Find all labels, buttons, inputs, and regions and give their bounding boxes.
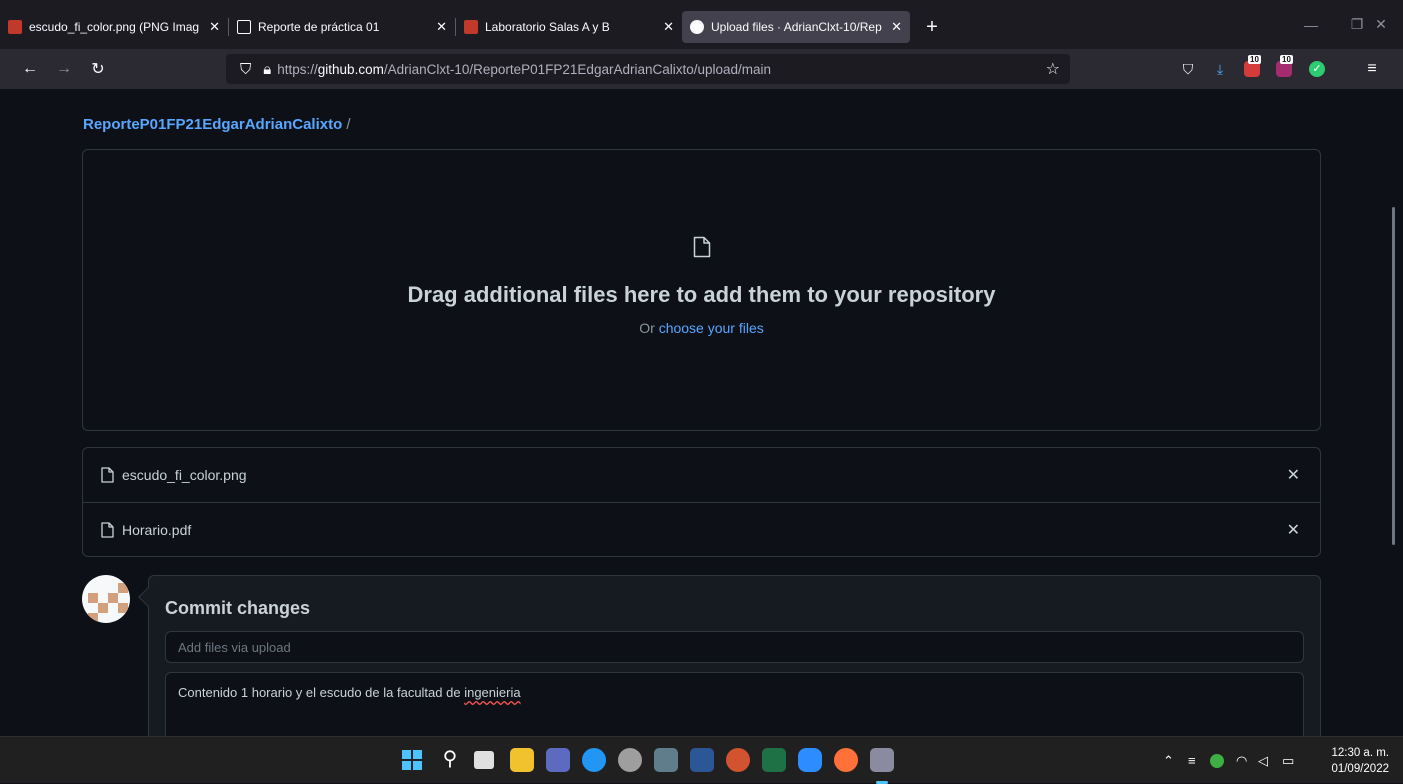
file-icon [101, 521, 114, 538]
commit-heading: Commit changes [165, 598, 311, 618]
close-tab-icon[interactable]: ✕ [891, 19, 902, 35]
avatar[interactable] [82, 575, 130, 623]
camera-icon[interactable] [654, 748, 678, 772]
commit-description-textarea[interactable]: Contenido 1 horario y el escudo de la fa… [165, 672, 1304, 736]
close-window-icon[interactable]: ✕ [1358, 0, 1403, 49]
remove-file-close-icon[interactable]: ✕ [1287, 520, 1300, 540]
close-tab-icon[interactable]: ✕ [436, 19, 447, 35]
close-tab-icon[interactable]: ✕ [663, 19, 674, 35]
tab-title: Reporte de práctica 01 [258, 20, 380, 34]
file-name: escudo_fi_color.png [122, 467, 247, 483]
back-arrow-icon[interactable]: ← [16, 55, 44, 83]
github-favicon-icon [690, 20, 704, 34]
commit-summary-input[interactable] [165, 631, 1304, 663]
lock-icon[interactable]: 🔒︎ [263, 61, 271, 78]
extension-badge-count: 10 [1280, 55, 1293, 64]
reload-icon[interactable]: ↻ [84, 55, 112, 83]
or-text: Or [639, 320, 655, 336]
minimize-icon[interactable]: — [1288, 0, 1334, 49]
file-name: Horario.pdf [122, 521, 192, 538]
file-dropzone[interactable]: Drag additional files here to add them t… [82, 149, 1321, 431]
wifi-icon[interactable]: ◠ [1236, 737, 1247, 784]
tab-title: Upload files · AdrianClxt-10/Rep [711, 20, 882, 34]
security-shield-icon[interactable] [1210, 737, 1224, 784]
repo-link[interactable]: ReporteP01FP21EdgarAdrianCalixto [83, 116, 342, 133]
university-favicon-icon [464, 20, 478, 34]
zoom-icon[interactable] [798, 748, 822, 772]
clock-time: 12:30 a. m. [1331, 747, 1389, 759]
search-icon[interactable]: ⚲ [438, 748, 462, 772]
file-icon [693, 236, 711, 258]
document-favicon-icon [237, 20, 251, 34]
tab-reporte-practica[interactable]: Reporte de práctica 01 ✕ [229, 11, 455, 43]
download-icon[interactable]: ⤓ [1208, 57, 1232, 81]
windows-taskbar: ⚲ ⌃ ≡ ◠ ◁ ▭ 12:30 a. m. 01/09/2022 [0, 736, 1403, 784]
dropzone-title: Drag additional files here to add them t… [407, 282, 996, 307]
image-favicon-icon [8, 20, 22, 34]
system-clock[interactable]: 12:30 a. m. 01/09/2022 [1331, 745, 1389, 777]
tab-upload-files[interactable]: Upload files · AdrianClxt-10/Rep ✕ [682, 11, 910, 43]
shield-icon[interactable]: ⛉ [240, 61, 251, 78]
dropzone-subtitle: Or choose your files [83, 320, 1320, 336]
page-scrollbar[interactable] [1392, 207, 1395, 545]
browser-nav-bar: ← → ↻ ⛉ 🔒︎ https://github.com/AdrianClxt… [0, 49, 1403, 89]
settings-gear-icon[interactable] [618, 748, 642, 772]
firefox-icon[interactable] [834, 748, 858, 772]
breadcrumb-separator: / [346, 116, 351, 133]
description-text: Contenido 1 horario y el escudo de la fa… [178, 685, 465, 700]
file-icon [101, 467, 114, 483]
tab-laboratorio[interactable]: Laboratorio Salas A y B ✕ [456, 11, 682, 43]
excel-icon[interactable] [762, 748, 786, 772]
pocket-icon[interactable]: ⛉ [1176, 57, 1200, 81]
show-hidden-icons-chevron-icon[interactable]: ⌃ [1163, 737, 1174, 784]
list-item: escudo_fi_color.png ✕ [83, 448, 1320, 502]
extension-badge-icon[interactable]: 10 [1240, 55, 1264, 81]
microsoft-store-icon[interactable] [546, 748, 570, 772]
uploaded-file-list: escudo_fi_color.png ✕ Horario.pdf ✕ [82, 447, 1321, 557]
snipping-tool-icon[interactable] [870, 748, 894, 772]
start-windows-icon[interactable] [400, 748, 424, 772]
breadcrumb: ReporteP01FP21EdgarAdrianCalixto / [83, 116, 351, 133]
tab-title: Laboratorio Salas A y B [485, 20, 610, 34]
extension-badge-icon[interactable]: 10 [1272, 55, 1296, 81]
url-scheme: https:// [277, 61, 318, 77]
address-bar[interactable]: ⛉ 🔒︎ https://github.com/AdrianClxt-10/Re… [226, 54, 1070, 84]
misspelled-word: ingenieria [464, 685, 521, 700]
list-item: Horario.pdf ✕ [83, 502, 1320, 556]
task-view-icon[interactable] [474, 751, 494, 769]
bookmark-star-icon[interactable]: ☆ [1046, 59, 1060, 79]
clock-date: 01/09/2022 [1331, 763, 1389, 775]
pen-menu-icon[interactable]: ≡ [1188, 737, 1196, 784]
check-extension-icon[interactable]: ✓ [1305, 57, 1329, 81]
word-icon[interactable] [690, 748, 714, 772]
commit-changes-panel: Commit changes Contenido 1 horario y el … [138, 575, 1321, 736]
help-icon[interactable] [582, 748, 606, 772]
close-tab-icon[interactable]: ✕ [209, 19, 220, 35]
battery-icon[interactable]: ▭ [1282, 737, 1294, 784]
remove-file-close-icon[interactable]: ✕ [1287, 465, 1300, 485]
choose-files-link[interactable]: choose your files [659, 320, 764, 336]
volume-icon[interactable]: ◁ [1258, 737, 1268, 784]
menu-hamburger-icon[interactable]: ≡ [1360, 57, 1384, 81]
url-path: /AdrianClxt-10/ReporteP01FP21EdgarAdrian… [383, 61, 772, 77]
url-host: github.com [317, 61, 384, 77]
file-explorer-icon[interactable] [510, 748, 534, 772]
github-upload-page: ReporteP01FP21EdgarAdrianCalixto / Drag … [0, 89, 1403, 736]
powerpoint-icon[interactable] [726, 748, 750, 772]
tab-escudo-image[interactable]: escudo_fi_color.png (PNG Imag ✕ [0, 11, 228, 43]
panel-caret [138, 587, 158, 607]
new-tab-plus-icon[interactable]: + [920, 16, 944, 39]
extension-badge-count: 10 [1248, 55, 1261, 64]
browser-tab-bar: escudo_fi_color.png (PNG Imag ✕ Reporte … [0, 0, 1403, 49]
forward-arrow-icon[interactable]: → [50, 55, 78, 83]
tab-title: escudo_fi_color.png (PNG Imag [29, 20, 200, 34]
